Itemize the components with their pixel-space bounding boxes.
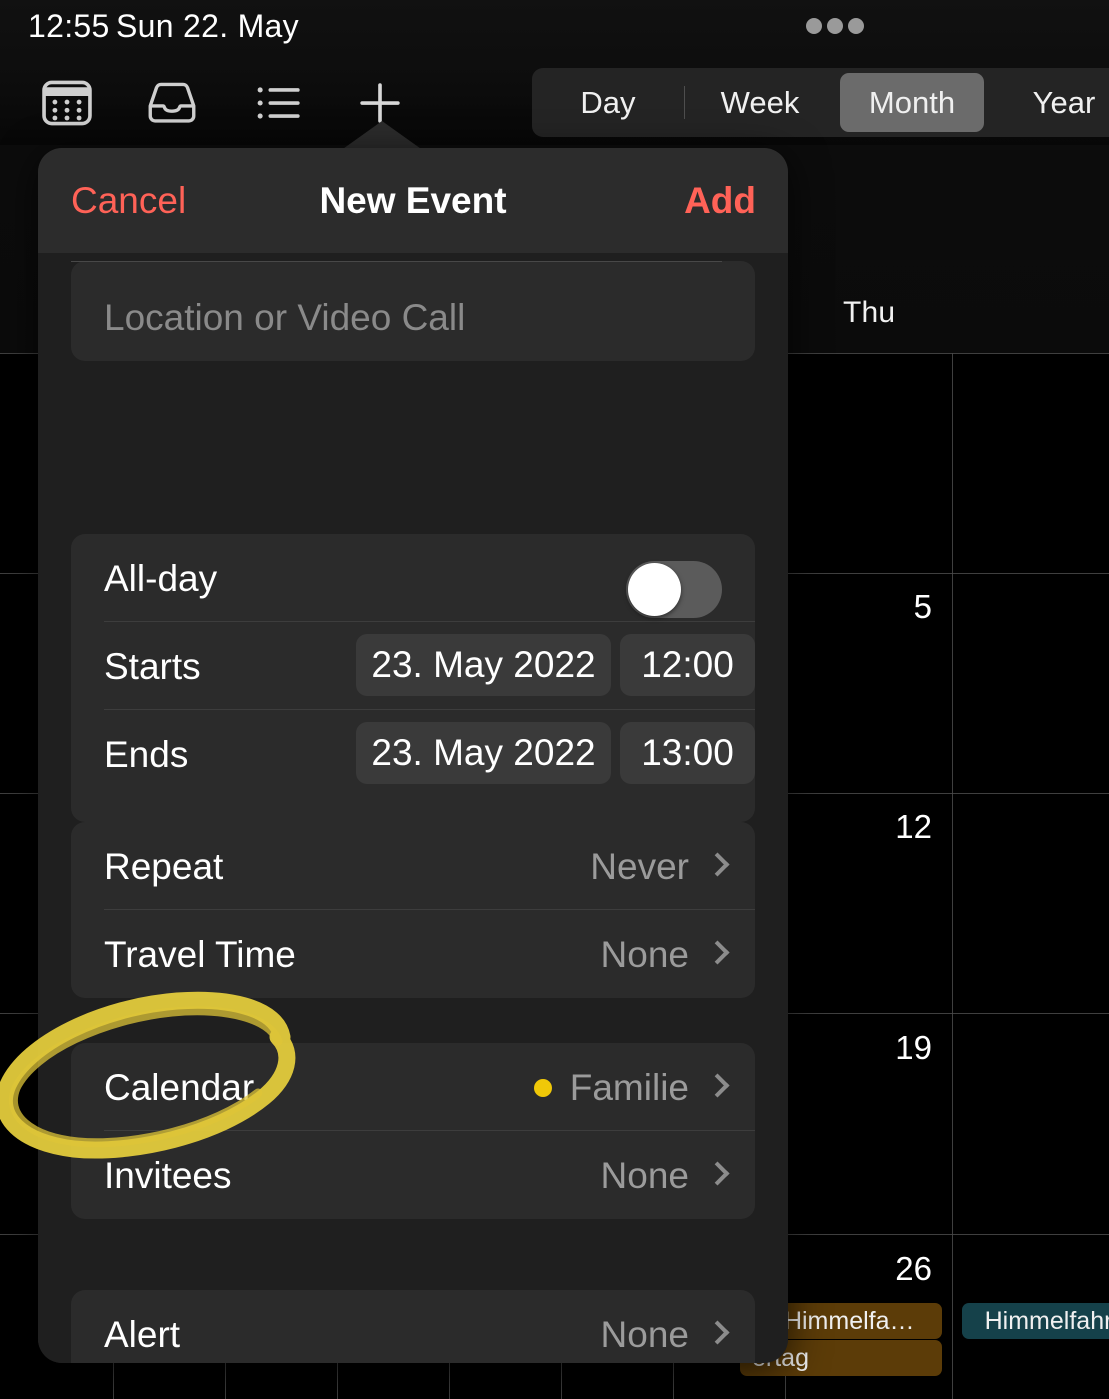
invitees-value: None	[600, 1155, 689, 1196]
calendar-icon[interactable]	[38, 74, 96, 132]
calendar-label: Calendar	[104, 1067, 255, 1108]
calendar-day-cell[interactable]: 19	[812, 1029, 932, 1067]
calendar-invitees-card: Calendar Familie Invitees None	[71, 1043, 755, 1219]
top-bar: 12:55 Sun 22. May Day Week Month Year	[0, 0, 1109, 145]
allday-label: All-day	[104, 558, 218, 599]
travel-time-row[interactable]: Travel Time None	[71, 910, 755, 997]
location-placeholder: Location or Video Call	[104, 297, 466, 338]
popover-body: Location or Video Call All-day Starts 23…	[38, 253, 788, 1363]
chevron-right-icon	[707, 1320, 723, 1348]
repeat-row[interactable]: Repeat Never	[71, 822, 755, 909]
tab-week-label: Week	[720, 84, 800, 120]
invitees-label: Invitees	[104, 1155, 232, 1196]
ends-time-button[interactable]: 13:00	[620, 722, 755, 784]
list-icon-svg	[257, 87, 300, 119]
calendar-event-chip[interactable]: Himmelfahrt	[962, 1303, 1109, 1339]
chevron-right-icon	[707, 852, 723, 880]
allday-row[interactable]: All-day	[71, 534, 755, 621]
calendar-grid-vline	[952, 353, 953, 1399]
datetime-card: All-day Starts 23. May 2022 12:00 Ends 2…	[71, 534, 755, 822]
three-dots-icon[interactable]	[806, 17, 864, 35]
calendar-color-dot-icon	[534, 1079, 552, 1097]
cancel-button[interactable]: Cancel	[71, 180, 186, 222]
tab-year-label: Year	[1032, 84, 1096, 120]
allday-toggle[interactable]	[626, 561, 722, 618]
alert-label: Alert	[104, 1314, 181, 1355]
repeat-value: Never	[590, 846, 689, 887]
starts-row[interactable]: Starts 23. May 2022 12:00	[71, 622, 755, 709]
alert-row[interactable]: Alert None	[71, 1290, 755, 1363]
travel-time-label: Travel Time	[104, 934, 296, 975]
repeat-travel-card: Repeat Never Travel Time None	[71, 822, 755, 998]
calendar-icon-svg	[42, 80, 92, 126]
tab-day[interactable]: Day	[532, 68, 684, 137]
calendar-row[interactable]: Calendar Familie	[71, 1043, 755, 1130]
starts-label: Starts	[104, 646, 201, 687]
new-event-popover: Cancel New Event Add Location or Video C…	[38, 148, 788, 1363]
chevron-right-icon	[707, 940, 723, 968]
calendar-day-cell[interactable]: 12	[812, 808, 932, 846]
tab-year[interactable]: Year	[988, 68, 1109, 137]
list-icon[interactable]	[250, 74, 308, 132]
calendar-value: Familie	[569, 1067, 689, 1108]
status-time: 12:55	[28, 8, 110, 44]
weekday-label-thu: Thu	[843, 296, 896, 329]
popover-header: Cancel New Event Add	[38, 148, 788, 253]
tab-month-label: Month	[868, 84, 956, 120]
inbox-icon-svg	[148, 82, 196, 123]
travel-time-value: None	[600, 934, 689, 975]
tab-month[interactable]: Month	[836, 68, 988, 137]
chevron-right-icon	[707, 1161, 723, 1189]
starts-time-button[interactable]: 12:00	[620, 634, 755, 696]
ends-row[interactable]: Ends 23. May 2022 13:00	[71, 710, 755, 797]
ends-label: Ends	[104, 734, 189, 775]
status-date: Sun 22. May	[116, 8, 299, 44]
segment-divider	[684, 86, 685, 119]
alert-value: None	[600, 1314, 689, 1355]
location-field[interactable]: Location or Video Call	[71, 261, 755, 361]
add-button[interactable]: Add	[684, 180, 756, 222]
popover-arrow	[340, 121, 424, 151]
calendar-day-cell[interactable]: 26	[812, 1250, 932, 1288]
ends-date-button[interactable]: 23. May 2022	[356, 722, 611, 784]
chevron-right-icon	[707, 1073, 723, 1101]
inbox-icon[interactable]	[143, 74, 201, 132]
starts-date-button[interactable]: 23. May 2022	[356, 634, 611, 696]
calendar-day-cell[interactable]: 5	[812, 588, 932, 626]
invitees-row[interactable]: Invitees None	[71, 1131, 755, 1218]
alert-showas-card: Alert None Show As Busy	[71, 1290, 755, 1363]
view-segmented-control[interactable]: Day Week Month Year	[532, 68, 1109, 137]
repeat-label: Repeat	[104, 846, 224, 887]
title-location-divider	[71, 261, 722, 262]
tab-week[interactable]: Week	[684, 68, 836, 137]
tab-day-label: Day	[580, 84, 636, 120]
